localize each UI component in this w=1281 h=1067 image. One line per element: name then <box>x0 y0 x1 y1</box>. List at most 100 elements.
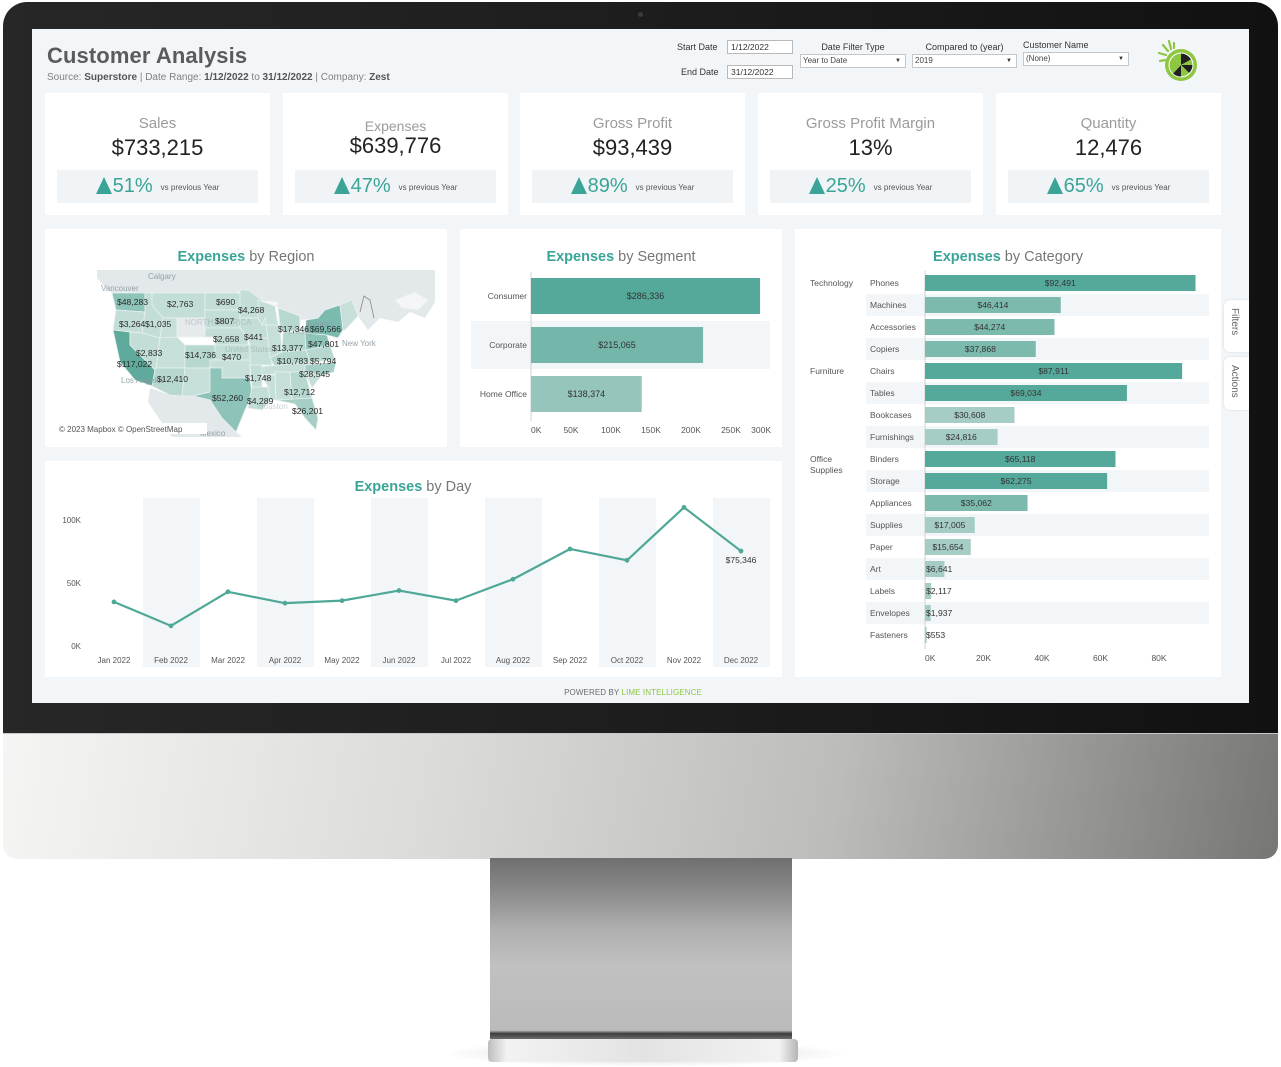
data-point[interactable] <box>681 505 687 510</box>
data-point[interactable] <box>567 546 573 552</box>
map-data-label: $28,545 <box>299 369 330 379</box>
date-filter-type-select[interactable]: Year to Date ▼ <box>800 54 906 68</box>
compared-to-label: Compared to (year) <box>925 42 1004 52</box>
chart-title-highlight: Expenses <box>177 249 245 265</box>
date-range-to-label: to <box>251 72 260 83</box>
map-attribution: © 2023 Mapbox © OpenStreetMap <box>59 425 183 434</box>
x-tick-label: 100K <box>601 425 621 435</box>
map-data-label: $47,801 <box>308 339 339 349</box>
date-filter-type-value: Year to Date <box>803 56 848 65</box>
data-point[interactable] <box>339 598 345 604</box>
map-data-label: $4,268 <box>238 305 265 315</box>
powered-by-label: POWERED BY <box>564 688 620 697</box>
chart-title: Expenses by Category <box>933 249 1084 265</box>
data-point[interactable] <box>510 576 516 582</box>
x-tick-label: Jan 2022 <box>98 656 131 665</box>
subcategory-label: Machines <box>870 300 906 310</box>
data-point[interactable] <box>453 598 459 604</box>
month-band <box>143 498 200 667</box>
y-tick-label: 0K <box>71 642 81 651</box>
y-tick-label: 50K <box>67 579 82 588</box>
bar-data-label: $15,654 <box>932 542 963 552</box>
actions-tab[interactable]: Actions <box>1224 357 1249 410</box>
data-point[interactable] <box>168 623 174 629</box>
x-tick-label: 60K <box>1093 653 1108 663</box>
lime-logo-icon <box>1157 39 1197 81</box>
compared-to-select[interactable]: 2019 ▼ <box>912 54 1017 68</box>
up-arrow-icon <box>570 177 587 194</box>
data-point[interactable] <box>111 599 117 605</box>
kpi-card-gross-profit-margin: Gross Profit Margin 13% 25% vs previous … <box>758 93 983 215</box>
page-title: Customer Analysis <box>47 43 248 68</box>
filters-tab[interactable]: Filters <box>1224 300 1249 352</box>
x-tick-label: Oct 2022 <box>611 656 644 665</box>
kpi-label: Sales <box>138 115 177 132</box>
expenses-by-region-map[interactable]: Expenses by Region CalgaryVancouverLos An… <box>45 229 447 447</box>
bar-data-label: $46,414 <box>977 300 1008 310</box>
chart-title: Expenses by Day <box>355 479 473 495</box>
up-arrow-icon <box>808 177 825 194</box>
kpi-label: Quantity <box>1080 115 1137 132</box>
chart-title-highlight: Expenses <box>933 249 1001 265</box>
y-tick-label: 100K <box>62 516 81 525</box>
start-date-input[interactable]: 1/12/2022 <box>727 40 793 54</box>
expenses-by-segment-chart: Expenses by Segment $286,336 Consumer $215,… <box>471 249 771 435</box>
group-label-line: Supplies <box>810 465 843 475</box>
map-data-label: $3,264 <box>119 319 146 329</box>
kpi-value: $733,215 <box>111 135 204 160</box>
bar-data-label: $62,275 <box>1001 476 1032 486</box>
subcategory-label: Chairs <box>870 366 895 376</box>
row-band <box>866 426 1209 448</box>
data-point[interactable] <box>396 588 402 593</box>
powered-by-brand[interactable]: LIME INTELLIGENCE <box>622 688 702 697</box>
kpi-comparison-label: vs previous Year <box>635 183 695 192</box>
data-point[interactable] <box>624 557 630 563</box>
subcategory-label: Paper <box>870 542 893 552</box>
x-tick-label: Nov 2022 <box>667 656 702 665</box>
month-band <box>599 498 656 667</box>
data-point[interactable] <box>738 548 744 554</box>
bar-data-label: $1,937 <box>926 608 953 618</box>
subcategory-label: Copiers <box>870 344 899 354</box>
map-data-label: $5,794 <box>310 356 337 366</box>
source-label: Source: <box>47 72 82 83</box>
date-filter-type-label: Date Filter Type <box>821 42 885 52</box>
chart-title-highlight: Expenses <box>546 249 614 265</box>
x-tick-label: Mar 2022 <box>211 656 245 665</box>
end-date-input[interactable]: 31/12/2022 <box>727 65 793 79</box>
kpi-card-expenses: Expenses $639,776 47% vs previous Year <box>283 93 508 215</box>
expenses-by-category-card: Expenses by Category $92,491 Phones $46,414… <box>795 229 1221 677</box>
kpi-change: 65% <box>1063 175 1104 197</box>
subcategory-label: Storage <box>870 476 900 486</box>
bar-data-label: $35,062 <box>961 498 992 508</box>
month-bands <box>143 498 770 667</box>
data-point[interactable] <box>225 589 231 595</box>
expenses-by-day-chart: Expenses by Day Jan 2022 Feb 2022 Mar 2022 A… <box>62 479 770 667</box>
bar-data-label: $286,336 <box>627 291 665 301</box>
x-tick-label: 40K <box>1034 653 1049 663</box>
kpi-change: 51% <box>112 175 153 197</box>
expenses-by-region-card: Expenses by Region Calgary Vancouver Los An… <box>45 229 447 447</box>
expenses-by-category-chart: Expenses by Category $92,491 Phones $46,414… <box>810 249 1209 663</box>
end-date-label: End Date <box>681 67 719 77</box>
monitor-stand <box>490 858 792 1030</box>
subcategory-label: Tables <box>870 388 895 398</box>
kpi-value: 12,476 <box>1074 135 1143 160</box>
bar-data-label: $87,911 <box>1038 366 1069 376</box>
customer-name-select[interactable]: (None) ▼ <box>1023 52 1129 66</box>
x-tick-label: 20K <box>976 653 991 663</box>
kpi-comparison-label: vs previous Year <box>873 183 933 192</box>
chart-title: Expenses by Region <box>177 249 314 265</box>
row-band <box>866 338 1209 360</box>
kpi-comparison-label: vs previous Year <box>398 183 458 192</box>
x-tick-label: 0K <box>531 425 542 435</box>
bar-data-label: $553 <box>926 630 945 640</box>
map-data-label: $1,035 <box>145 319 172 329</box>
stand-base <box>488 1039 798 1062</box>
map-data-label: $807 <box>215 316 234 326</box>
up-arrow-icon <box>95 177 112 194</box>
subcategory-label: Accessories <box>870 322 916 332</box>
data-point[interactable] <box>282 600 288 606</box>
kpi-change: 47% <box>350 175 391 197</box>
map-data-label: $470 <box>222 352 241 362</box>
